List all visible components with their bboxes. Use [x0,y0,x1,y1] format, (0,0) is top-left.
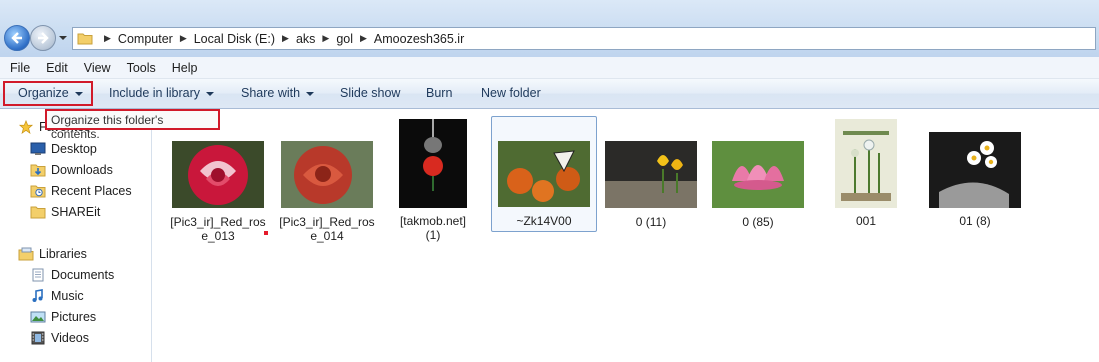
include-in-library-button[interactable]: Include in library [109,86,215,100]
file-name-continued: e_013 [201,229,235,243]
back-arrow-icon [11,32,22,44]
file-item[interactable]: 0 (11) [603,141,699,229]
image-thumbnail [281,141,373,208]
nav-item-pictures[interactable]: Pictures [30,310,96,324]
file-name: [Pic3_ir]_Red_ros [170,215,266,229]
pictures-icon [30,311,46,323]
file-name: [takmob.net](1) [399,214,467,242]
nav-item-videos[interactable]: Videos [30,331,89,345]
back-button[interactable] [4,25,30,51]
recent-pages-dropdown-icon[interactable] [58,34,68,42]
nav-item-desktop[interactable]: Desktop [30,142,97,156]
menu-file[interactable]: File [0,61,36,75]
documents-icon [32,268,44,282]
dropdown-arrow-icon [306,91,315,96]
image-thumbnail [929,132,1021,208]
nav-libraries[interactable]: Libraries [18,247,87,261]
dropdown-arrow-icon [206,91,215,96]
nav-item-label: Music [51,289,84,303]
address-bar-area: ▶ Computer ▶ Local Disk (E:) ▶ aks ▶ gol… [0,0,1099,57]
breadcrumb-gol[interactable]: gol [336,32,353,46]
nav-item-label: Videos [51,331,89,345]
breadcrumb-aks[interactable]: aks [296,32,315,46]
file-name: ~Zk14V00 [516,214,572,228]
videos-icon [31,331,45,345]
nav-item-label: SHAREit [51,205,101,219]
nav-item-label: Pictures [51,310,97,324]
image-thumbnail [399,119,467,208]
file-item[interactable]: [Pic3_ir]_Red_ros e_013 [170,141,266,243]
navigation-pane: Favorites Desktop Downloads Recent Place… [0,109,152,362]
nav-item-downloads[interactable]: Downloads [30,163,113,177]
share-with-label: Share with [241,86,301,100]
nav-item-label: Downloads [51,163,113,177]
new-folder-button[interactable]: New folder [481,86,541,100]
menu-bar: File Edit View Tools Help [0,57,1099,79]
menu-view[interactable]: View [74,61,117,75]
nav-item-label: Documents [51,268,115,282]
folder-icon [77,33,93,45]
desktop-icon [30,142,46,155]
include-in-library-label: Include in library [109,86,201,100]
command-bar: Organize Include in library Share with S… [0,79,1099,109]
image-thumbnail [172,141,264,208]
organize-highlight-box [3,81,93,106]
nav-item-shareit[interactable]: SHAREit [30,205,100,219]
nav-item-label: Desktop [51,142,97,156]
menu-tools[interactable]: Tools [117,61,162,75]
file-name: [Pic3_ir]_Red_ros [279,215,375,229]
folder-icon [30,206,46,219]
image-thumbnail [712,141,804,208]
breadcrumb-separator-icon[interactable]: ▶ [322,33,329,44]
share-with-button[interactable]: Share with [241,86,315,100]
star-icon [18,120,34,134]
image-thumbnail [835,119,897,208]
red-marker [264,231,268,235]
file-item[interactable]: ~Zk14V00 [494,141,594,228]
file-name: 0 (85) [742,215,774,229]
address-box[interactable]: ▶ Computer ▶ Local Disk (E:) ▶ aks ▶ gol… [72,27,1096,50]
slide-show-button[interactable]: Slide show [340,86,400,100]
nav-libraries-label: Libraries [39,247,87,261]
image-thumbnail [605,141,697,208]
menu-edit[interactable]: Edit [36,61,74,75]
burn-button[interactable]: Burn [426,86,452,100]
blank-area [822,260,1074,355]
file-item[interactable]: 0 (85) [710,141,806,229]
file-item[interactable]: 001 [830,119,902,228]
recent-places-icon [30,185,46,198]
nav-item-label: Recent Places [51,184,132,198]
image-thumbnail [498,141,590,207]
breadcrumb-separator-icon[interactable]: ▶ [360,33,367,44]
file-name-continued: e_014 [310,229,344,243]
nav-item-music[interactable]: Music [30,289,84,303]
breadcrumb-local-disk[interactable]: Local Disk (E:) [194,32,275,46]
breadcrumb-separator-icon[interactable]: ▶ [104,33,111,44]
nav-item-documents[interactable]: Documents [30,268,114,282]
nav-item-recent-places[interactable]: Recent Places [30,184,132,198]
breadcrumb-separator-icon[interactable]: ▶ [180,33,187,44]
forward-button[interactable] [30,25,56,51]
menu-help[interactable]: Help [162,61,204,75]
music-icon [32,289,43,302]
organize-tooltip: Organize this folder's contents. [45,109,220,141]
file-item[interactable]: 01 (8) [925,132,1025,228]
breadcrumb-computer[interactable]: Computer [118,32,173,46]
breadcrumb-separator-icon[interactable]: ▶ [282,33,289,44]
file-name: 001 [855,214,877,228]
libraries-icon [18,247,34,261]
file-item[interactable]: [Pic3_ir]_Red_ros e_014 [279,141,375,243]
breadcrumb-current-folder[interactable]: Amoozesh365.ir [374,32,464,46]
forward-arrow-icon [38,32,49,44]
file-item[interactable]: [takmob.net](1) [395,119,471,242]
downloads-icon [30,164,46,177]
file-name: 0 (11) [635,215,667,229]
file-name: 01 (8) [959,214,991,228]
